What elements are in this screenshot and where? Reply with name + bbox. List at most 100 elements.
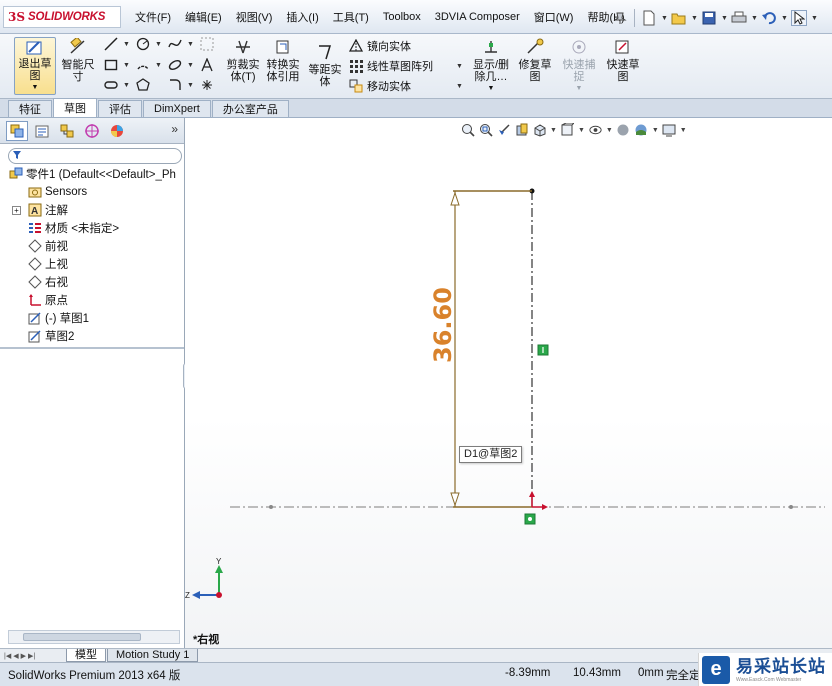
feature-tree-item[interactable]: 原点 [0,291,184,309]
exit-sketch-button[interactable]: 退出草 图 ▼ [14,37,56,95]
rapid-sketch-button[interactable]: 快速草 图 [604,37,642,95]
feature-tree-item[interactable]: (-) 草图1 [0,309,184,327]
print-dropdown-icon[interactable]: ▼ [751,15,758,22]
rectangle-dropdown-icon[interactable]: ▼ [123,62,130,69]
open-folder-icon[interactable] [671,10,687,26]
command-tab[interactable]: DimXpert [143,100,211,117]
menu-item[interactable]: 插入(I) [279,9,325,25]
move-entities-dropdown-icon[interactable]: ▼ [456,83,463,90]
slot-dropdown-icon[interactable]: ▼ [123,82,130,89]
offset-entities-button[interactable]: 等距实 体 [306,42,344,100]
view-orientation-dropdown-icon[interactable]: ▼ [550,127,557,134]
first-tab-icon[interactable]: |◀ [4,652,11,660]
fillet-dropdown-icon[interactable]: ▼ [187,82,194,89]
feature-tree-item[interactable]: Sensors [0,183,184,201]
hide-show-items-icon[interactable] [588,123,603,138]
spline-dropdown-icon[interactable]: ▼ [187,41,194,48]
tab-scroll-arrows[interactable]: |◀ ◀ ▶ ▶| [0,652,66,660]
bottom-tab[interactable]: 模型 [66,649,106,662]
property-manager-icon[interactable] [31,121,53,141]
tree-splitter[interactable] [0,347,184,349]
scrollbar-thumb[interactable] [23,633,141,641]
feature-tree-item[interactable]: + A 注解 [0,201,184,219]
circle-icon[interactable] [136,37,150,51]
construction-geometry-icon[interactable] [200,37,214,51]
exit-sketch-dropdown-icon[interactable]: ▼ [32,82,39,94]
point-icon[interactable] [200,78,214,92]
dimxpert-manager-icon[interactable] [81,121,103,141]
section-view-icon[interactable] [514,123,529,138]
save-dropdown-icon[interactable]: ▼ [721,15,728,22]
linear-pattern-dropdown-icon[interactable]: ▼ [456,63,463,70]
pin-icon[interactable] [612,10,628,26]
print-icon[interactable] [731,10,747,26]
spline-icon[interactable] [168,37,182,51]
menu-item[interactable]: Toolbox [376,11,428,23]
zoom-to-area-icon[interactable] [478,123,493,138]
centerline-end-point[interactable] [789,505,793,509]
arc-dropdown-icon[interactable]: ▼ [155,62,162,69]
ellipse-dropdown-icon[interactable]: ▼ [187,62,194,69]
display-style-dropdown-icon[interactable]: ▼ [578,127,585,134]
menu-item[interactable]: 文件(F) [128,9,178,25]
solidworks-logo[interactable]: 3S SOLIDWORKS [3,6,121,28]
feature-tree-item[interactable]: 上视 [0,255,184,273]
text-a-icon[interactable] [200,58,214,72]
zoom-to-fit-icon[interactable] [460,123,475,138]
configuration-manager-icon[interactable] [56,121,78,141]
smart-dimension-button[interactable]: 智能尺 寸 [60,37,96,95]
menu-item[interactable]: 工具(T) [326,9,376,25]
menu-item[interactable]: 视图(V) [229,9,280,25]
trim-entities-button[interactable]: 剪裁实 体(T) [224,37,262,95]
next-tab-icon[interactable]: ▶ [21,652,26,660]
menu-item[interactable]: 窗口(W) [527,9,581,25]
feature-tree-scrollbar[interactable] [8,630,180,644]
line-icon[interactable] [104,37,118,51]
dimension-value[interactable]: 36.60 [429,287,457,363]
more-tabs-chevron-icon[interactable]: » [171,122,178,136]
expand-toggle-icon[interactable]: + [12,205,21,215]
last-tab-icon[interactable]: ▶| [28,652,35,660]
feature-tree-item[interactable]: 草图2 [0,327,184,345]
linear-pattern-button[interactable]: 线性草图阵列 [348,57,433,75]
feature-tree-item[interactable]: 前视 [0,237,184,255]
repair-sketch-button[interactable]: 修复草 图 [516,37,554,95]
save-icon[interactable] [701,10,717,26]
open-dropdown-icon[interactable]: ▼ [691,15,698,22]
command-tab[interactable]: 特征 [8,100,52,117]
feature-tree-icon[interactable] [6,120,28,141]
circle-dropdown-icon[interactable]: ▼ [155,41,162,48]
view-settings-icon[interactable] [662,123,677,138]
slot-icon[interactable] [104,78,118,92]
menu-item[interactable]: 编辑(E) [178,9,229,25]
undo-dropdown-icon[interactable]: ▼ [781,15,788,22]
feature-tree-item[interactable]: 右视 [0,273,184,291]
bottom-tab[interactable]: Motion Study 1 [107,649,199,662]
quick-snaps-dropdown-icon[interactable]: ▼ [576,83,583,95]
display-delete-dropdown-icon[interactable]: ▼ [488,83,495,95]
hide-show-dropdown-icon[interactable]: ▼ [606,127,613,134]
mirror-entities-button[interactable]: 镜向实体 [348,37,411,55]
view-orientation-icon[interactable] [532,123,547,138]
prev-tab-icon[interactable]: ◀ [13,652,18,660]
graphics-area[interactable]: ▼ ▼ ▼ ▼ ▼ 36.60 D1@草图2 Y Z *右视 [185,118,832,663]
command-tab[interactable]: 办公室产品 [211,100,289,117]
previous-view-icon[interactable] [496,123,511,138]
view-settings-dropdown-icon[interactable]: ▼ [680,127,687,134]
undo-icon[interactable] [761,10,777,26]
command-tab[interactable]: 评估 [98,100,142,117]
fillet-icon[interactable] [168,78,182,92]
apply-scene-icon[interactable] [634,123,649,138]
apply-scene-dropdown-icon[interactable]: ▼ [652,127,659,134]
arc-icon[interactable] [136,58,150,72]
new-file-icon[interactable] [641,10,657,26]
convert-entities-button[interactable]: 转换实 体引用 [264,37,302,95]
polygon-icon[interactable] [136,78,150,92]
line-dropdown-icon[interactable]: ▼ [123,41,130,48]
feature-tree-item[interactable]: 零件1 (Default<<Default>_Ph [0,165,184,183]
menu-item[interactable]: 3DVIA Composer [428,11,527,23]
display-delete-relations-button[interactable]: 显示/删 除几… ▼ [470,37,512,95]
new-file-dropdown-icon[interactable]: ▼ [661,15,668,22]
select-dropdown-icon[interactable]: ▼ [811,15,818,22]
select-cursor-icon[interactable] [791,10,807,26]
